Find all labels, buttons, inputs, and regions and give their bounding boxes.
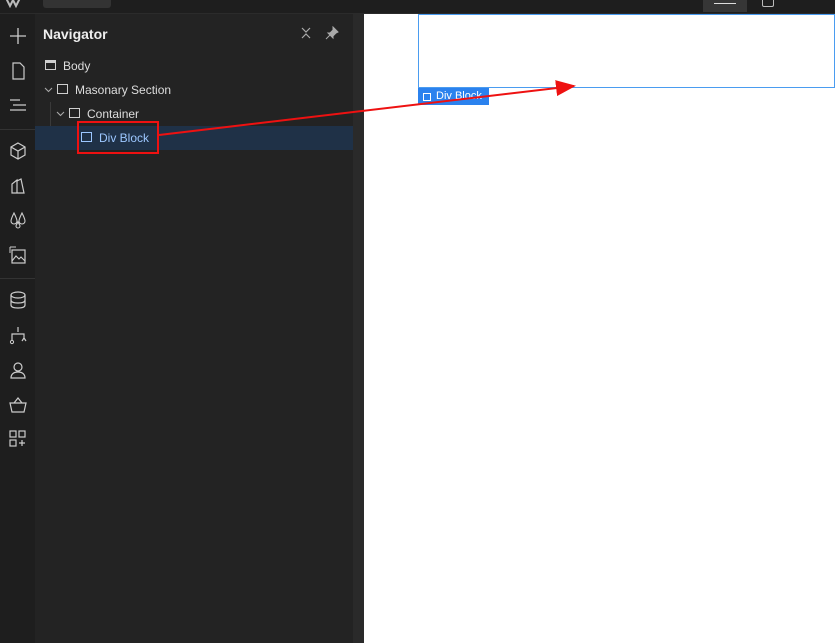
webflow-logo-icon[interactable] [4,0,22,9]
navigator-panel: Navigator Body Masonary Section Containe… [35,14,353,643]
assets-icon[interactable] [8,245,28,265]
cube-icon[interactable] [8,141,28,161]
design-canvas[interactable] [364,14,835,643]
container-icon [69,108,80,118]
element-tag[interactable]: Div Block [418,88,489,105]
users-icon[interactable] [8,360,28,380]
tree-item-masonary-section[interactable]: Masonary Section [35,78,353,102]
color-icon[interactable] [8,210,28,230]
collapse-all-icon[interactable] [299,26,313,40]
page-icon[interactable] [8,61,28,81]
preview-icon[interactable] [762,0,774,7]
designer-mode-button[interactable] [703,0,747,12]
style-icon[interactable] [8,176,28,196]
navigator-icon[interactable] [8,95,28,115]
chevron-down-icon[interactable] [44,85,53,94]
element-tag-label: Div Block [436,90,482,102]
tree-item-body[interactable]: Body [35,54,353,78]
selected-div-block[interactable] [418,14,835,88]
div-block-icon [423,93,431,101]
plus-icon[interactable] [8,26,28,46]
body-icon [45,60,56,70]
logic-icon[interactable] [8,325,28,345]
navigator-title: Navigator [43,26,108,42]
cms-icon[interactable] [8,290,28,310]
panel-scrollbar[interactable] [353,14,364,643]
tree-item-label: Container [87,107,140,121]
page-selector[interactable] [43,0,111,8]
pin-icon[interactable] [325,26,339,40]
tree-item-label: Body [63,59,91,73]
tree-item-label: Masonary Section [75,83,172,97]
top-bar [0,0,835,14]
annotation-highlight-box [77,121,159,154]
apps-icon[interactable] [8,429,28,449]
section-icon [57,84,68,94]
chevron-down-icon[interactable] [56,109,65,118]
ecommerce-icon[interactable] [8,395,28,415]
left-toolbar [0,14,36,643]
